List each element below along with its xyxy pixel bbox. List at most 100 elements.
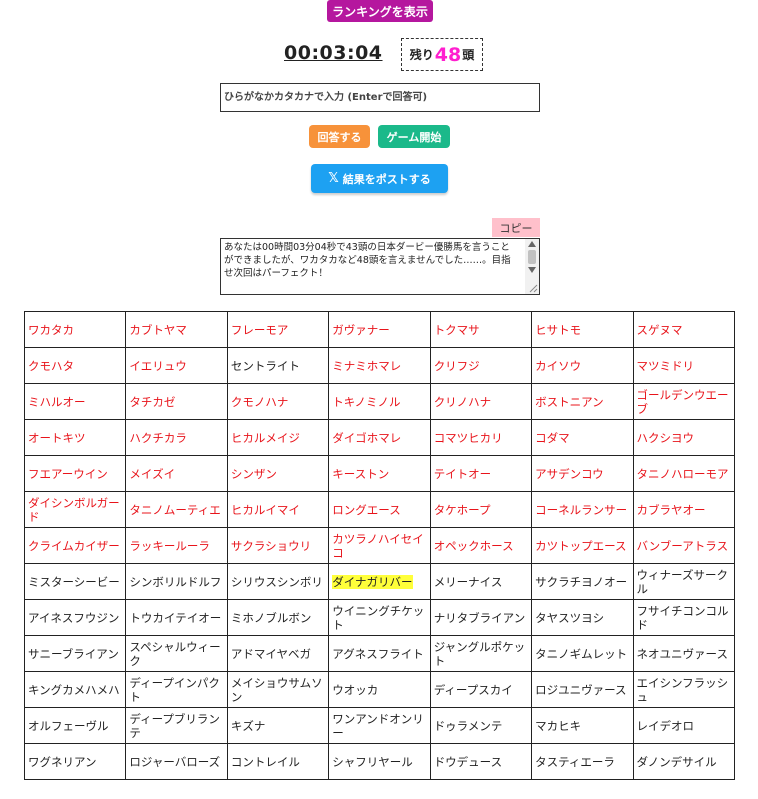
horse-name: シンボリルドルフ <box>129 574 222 589</box>
horse-cell: シンザン <box>226 455 330 492</box>
horse-name: オートキツ <box>28 430 86 445</box>
table-row: ミハルオー タチカゼ クモノハナ トキノミノル クリノハナ ボストニアン ゴールデンウエーブ <box>23 383 736 420</box>
horse-name: ディープインパクト <box>129 675 220 704</box>
horse-name: タチカゼ <box>129 394 176 409</box>
horse-cell: バンブーアトラス <box>632 527 736 564</box>
table-row: キングカメハメハ ディープインパクト メイショウサムソン ウオッカ ディープスカイ ロジユ… <box>23 671 736 708</box>
answer-input[interactable] <box>220 83 540 112</box>
elapsed-timer: 00:03:04 <box>284 42 383 64</box>
table-row: アイネスフウジン トウカイテイオー ミホノブルボン ウイニングチケット ナリタブライアン… <box>23 599 736 636</box>
horse-cell: ナリタブライアン <box>429 599 533 636</box>
horse-cell: ミハルオー <box>23 383 127 420</box>
horse-cell: フエアーウイン <box>23 455 127 492</box>
table-row: ワカタカ カブトヤマ フレーモア ガヴァナー トクマサ ヒサトモ スゲヌマ <box>23 311 736 348</box>
horse-name: レイデオロ <box>636 718 695 733</box>
horse-cell: ウイニングチケット <box>328 599 431 636</box>
horse-name: ボストニアン <box>535 394 604 409</box>
horse-cell: エイシンフラッシュ <box>632 671 736 708</box>
horse-cell: シリウスシンボリ <box>226 563 330 600</box>
horse-name: ウオッカ <box>332 682 379 697</box>
horse-cell: クモハタ <box>23 347 127 384</box>
horse-cell: マカヒキ <box>531 707 634 744</box>
start-game-button[interactable]: ゲーム開始 <box>378 125 450 148</box>
horse-cell: レイデオロ <box>632 707 736 744</box>
horse-name: フレーモア <box>230 322 289 337</box>
remaining-suffix: 頭 <box>462 48 475 62</box>
horse-cell: テイトオー <box>429 455 533 492</box>
scroll-thumb[interactable] <box>528 250 536 264</box>
horse-name: クリノハナ <box>433 394 492 409</box>
result-textarea[interactable]: あなたは00時間03分04秒で43頭の日本ダービー優勝馬を言うことができましたが… <box>220 238 540 295</box>
horse-name: オルフェーヴル <box>28 718 109 733</box>
horse-cell: コントレイル <box>226 743 330 780</box>
derby-winners-table: ワカタカ カブトヤマ フレーモア ガヴァナー トクマサ ヒサトモ スゲヌマ クモハタ イエリュウ… <box>23 311 736 780</box>
horse-name: コントレイル <box>230 754 300 769</box>
scroll-up-icon[interactable] <box>528 241 536 247</box>
horse-name: カツトップエース <box>535 538 627 553</box>
horse-cell: クモノハナ <box>226 383 330 420</box>
horse-cell: ダイナガリバー <box>328 563 431 600</box>
horse-name: タヤスツヨシ <box>535 610 605 625</box>
horse-name: タニノギムレット <box>535 646 628 661</box>
scroll-down-icon[interactable] <box>528 267 536 273</box>
remaining-counter: 残り 48 頭 <box>401 38 483 71</box>
resize-grip-icon[interactable] <box>528 283 538 293</box>
horse-cell: メリーナイス <box>429 563 533 600</box>
table-row: サニーブライアン スペシャルウィーク アドマイヤベガ アグネスフライト ジャングルポケッ… <box>23 635 736 672</box>
horse-cell: シンボリルドルフ <box>125 563 228 600</box>
horse-cell: カブトヤマ <box>125 311 228 348</box>
horse-cell: ディープスカイ <box>429 671 533 708</box>
horse-name: ロングエース <box>332 502 401 517</box>
horse-name: ダノンデサイル <box>636 754 717 769</box>
copy-button[interactable]: コピー <box>492 218 540 237</box>
horse-cell: オートキツ <box>23 419 127 456</box>
horse-cell: スペシャルウィーク <box>125 635 228 672</box>
horse-cell: アグネスフライト <box>328 635 431 672</box>
horse-name: ディープスカイ <box>433 682 513 697</box>
answer-button[interactable]: 回答する <box>309 125 370 148</box>
table-row: ワグネリアン ロジャーバローズ コントレイル シャフリヤール ドウデュース タスティエーラ… <box>23 743 736 780</box>
horse-cell: アサデンコウ <box>531 455 634 492</box>
post-result-button[interactable]: 𝕏 結果をポストする <box>311 164 448 193</box>
table-row: オルフェーヴル ディープブリランテ キズナ ワンアンドオンリー ドゥラメンテ マカヒキ レイ… <box>23 707 736 744</box>
horse-name: シリウスシンボリ <box>230 574 323 589</box>
horse-name: ミハルオー <box>28 394 86 409</box>
horse-name: クモノハナ <box>230 394 289 409</box>
remaining-prefix: 残り <box>409 48 434 62</box>
horse-name: マカヒキ <box>535 718 582 733</box>
horse-name: ヒサトモ <box>535 322 582 337</box>
x-logo-icon: 𝕏 <box>328 171 339 186</box>
horse-cell: クリフジ <box>429 347 533 384</box>
horse-cell: ヒサトモ <box>531 311 634 348</box>
horse-cell: ミホノブルボン <box>226 599 330 636</box>
horse-name: タケホープ <box>433 502 491 517</box>
horse-name: セントライト <box>230 358 300 373</box>
horse-cell: タスティエーラ <box>531 743 634 780</box>
horse-cell: クライムカイザー <box>23 527 127 564</box>
horse-cell: タニノギムレット <box>531 635 634 672</box>
horse-cell: コダマ <box>531 419 634 456</box>
horse-cell: ロジャーバローズ <box>125 743 228 780</box>
horse-cell: カブラヤオー <box>632 491 736 528</box>
horse-name: フエアーウイン <box>28 466 108 481</box>
horse-name: ダイゴホマレ <box>332 430 402 445</box>
horse-name: クモハタ <box>28 358 74 373</box>
horse-name: ミナミホマレ <box>332 358 402 373</box>
horse-name: ワグネリアン <box>28 754 97 769</box>
horse-cell: ロジユニヴァース <box>531 671 634 708</box>
horse-cell: シャフリヤール <box>328 743 431 780</box>
horse-cell: イエリュウ <box>125 347 228 384</box>
horse-name: マツミドリ <box>636 358 695 373</box>
horse-name: カツラノハイセイコ <box>332 531 424 560</box>
horse-cell: ミナミホマレ <box>328 347 431 384</box>
show-ranking-button[interactable]: ランキングを表示 <box>327 0 433 22</box>
horse-name: ミスターシービー <box>28 574 120 589</box>
horse-cell: ジャングルポケット <box>429 635 533 672</box>
horse-cell: トキノミノル <box>328 383 431 420</box>
table-row: オートキツ ハクチカラ ヒカルメイジ ダイゴホマレ コマツヒカリ コダマ ハクシヨウ <box>23 419 736 456</box>
horse-cell: ウオッカ <box>328 671 431 708</box>
horse-name: クリフジ <box>433 358 480 373</box>
horse-cell: ダイシンボルガード <box>23 491 127 528</box>
horse-cell: ガヴァナー <box>328 311 431 348</box>
horse-name: トクマサ <box>433 322 480 337</box>
